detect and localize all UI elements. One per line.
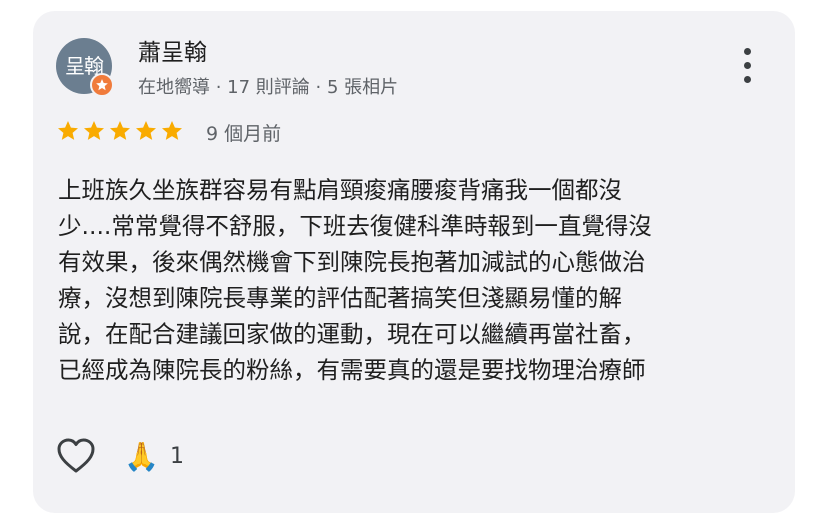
heart-outline-icon bbox=[57, 438, 95, 473]
like-button[interactable] bbox=[56, 437, 96, 475]
author-name[interactable]: 蕭呈翰 bbox=[138, 33, 207, 67]
more-vert-icon-dot bbox=[744, 62, 751, 69]
star-rating bbox=[56, 119, 186, 145]
review-text-line: 說，在配合建議回家做的運動，現在可以繼續再當社畜， bbox=[58, 320, 646, 348]
star-icon bbox=[58, 121, 78, 140]
review-text-line: 已經成為陳院長的粉絲，有需要真的還是要找物理治療師 bbox=[58, 356, 646, 384]
star-icon bbox=[110, 121, 130, 140]
reaction-count: 1 bbox=[170, 444, 184, 469]
local-guide-badge-icon bbox=[90, 73, 114, 97]
star-icon bbox=[136, 121, 156, 140]
more-options-button[interactable] bbox=[736, 44, 760, 88]
more-vert-icon-dot bbox=[744, 48, 751, 55]
author-meta: 在地嚮導 · 17 則評論 · 5 張相片 bbox=[138, 77, 399, 98]
review-text-line: 有效果，後來偶然機會下到陳院長抱著加減試的心態做治 bbox=[58, 248, 646, 276]
more-vert-icon-dot bbox=[744, 76, 751, 83]
review-text-line: 療，沒想到陳院長專業的評估配著搞笑但淺顯易懂的解 bbox=[58, 284, 622, 312]
review-date: 9 個月前 bbox=[206, 123, 282, 145]
folded-hands-icon[interactable]: 🙏 bbox=[124, 441, 159, 473]
star-icon bbox=[84, 121, 104, 140]
star-icon bbox=[162, 121, 182, 140]
review-text: 上班族久坐族群容易有點肩頸痠痛腰痠背痛我一個都沒少....常常覺得不舒服，下班去… bbox=[58, 172, 770, 388]
review-text-line: 少....常常覺得不舒服，下班去復健科準時報到一直覺得沒 bbox=[58, 212, 652, 240]
review-text-line: 上班族久坐族群容易有點肩頸痠痛腰痠背痛我一個都沒 bbox=[58, 176, 622, 204]
